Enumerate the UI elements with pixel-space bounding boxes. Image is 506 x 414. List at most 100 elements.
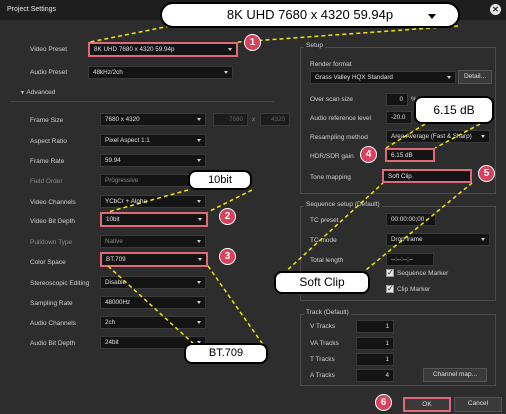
callout-tone: Soft Clip [274, 271, 370, 294]
resampling-dropdown[interactable]: Area Average (Fast & Sharp) [386, 130, 490, 143]
clip-marker-checkbox[interactable] [386, 284, 394, 293]
chevron-down-icon [481, 135, 485, 138]
sampling-dropdown[interactable]: 48000Hz [100, 296, 206, 309]
va-tracks-field[interactable]: 1 [356, 337, 394, 350]
audio-preset-dropdown[interactable]: 48kHz/2ch [88, 66, 233, 79]
badge-2: 2 [219, 208, 236, 225]
v-tracks-field[interactable]: 1 [356, 320, 394, 333]
tone-mapping-value: Soft Clip [388, 173, 412, 180]
a-tracks-label: A Tracks [310, 372, 335, 379]
aspect-ratio-dropdown[interactable]: Pixel Aspect 1:1 [100, 134, 206, 147]
tc-preset-label: TC preset [310, 217, 339, 224]
ok-button[interactable]: OK [403, 397, 451, 412]
callout-hdr-gain: 6.15 dB [414, 96, 494, 124]
a-tracks-field[interactable]: 4 [356, 369, 394, 382]
overscan-label: Over scan size [310, 96, 353, 103]
v-tracks-label: V Tracks [310, 323, 336, 330]
chevron-down-icon [197, 159, 201, 162]
tone-mapping-label: Tone mapping [310, 174, 351, 181]
sequence-marker-label: Sequence Marker [397, 270, 449, 277]
chevron-down-icon [197, 118, 201, 121]
render-format-dropdown[interactable]: Grass Valley HQX Standard [310, 71, 456, 84]
callout-preset: 8K UHD 7680 x 4320 59.94p [160, 2, 460, 28]
frame-size-label: Frame Size [30, 117, 64, 124]
t-tracks-field[interactable]: 1 [356, 353, 394, 366]
color-space-label: Color Space [30, 259, 66, 266]
callout-colorspace: BT.709 [184, 343, 268, 364]
tone-mapping-dropdown[interactable]: Soft Clip [382, 169, 472, 183]
aspect-ratio-label: Aspect Ratio [30, 138, 67, 145]
chevron-down-icon [481, 238, 485, 241]
badge-1: 1 [244, 34, 261, 51]
chevron-down-icon [197, 281, 201, 284]
chevron-down-icon [428, 14, 436, 19]
stereo-dropdown[interactable]: Disable [100, 276, 206, 289]
bit-depth-label: Video Bit Depth [30, 218, 76, 225]
hdr-gain-label: HDR/SDR gain [310, 153, 354, 160]
bit-depth-value: 10bit [106, 216, 120, 223]
stereo-value: Disable [105, 279, 126, 286]
chevron-down-icon [197, 301, 201, 304]
frame-rate-label: Frame Rate [30, 158, 65, 165]
video-channels-value: YCbCr + Alpha [105, 198, 147, 205]
audio-bit-label: Audio Bit Depth [30, 340, 76, 347]
advanced-label: Advanced [26, 89, 56, 96]
audio-channels-label: Audio Channels [30, 320, 76, 327]
chevron-down-icon [198, 218, 202, 221]
field-order-label: Field Order [30, 178, 63, 185]
callout-bitdepth: 10bit [188, 170, 252, 190]
window-title: Project Settings [7, 6, 57, 13]
pulldown-dropdown: Native [100, 235, 206, 248]
sequence-group-title: Sequence setup (Default) [304, 201, 382, 208]
audio-ref-label: Audio reference level [310, 115, 372, 122]
resampling-label: Resampling method [310, 134, 368, 141]
advanced-toggle[interactable]: ▼ Advanced [20, 89, 55, 96]
callout-preset-text: 8K UHD 7680 x 4320 59.94p [226, 7, 394, 22]
audio-channels-dropdown[interactable]: 2ch [100, 316, 206, 329]
clip-marker-label: Clip Marker [397, 286, 431, 293]
hdr-gain-field[interactable]: 6.15 dB [385, 148, 435, 162]
frame-size-dropdown[interactable]: 7680 x 4320 [100, 113, 206, 126]
channel-map-button[interactable]: Channel map... [423, 368, 487, 382]
sampling-label: Sampling Rate [30, 300, 73, 307]
frame-x-label: x [252, 116, 256, 123]
cancel-button[interactable]: Cancel [454, 397, 502, 412]
tc-mode-value: Drop frame [391, 236, 423, 243]
tc-mode-dropdown[interactable]: Drop frame [386, 233, 490, 246]
render-format-value: Grass Valley HQX Standard [315, 74, 393, 81]
frame-rate-value: 59.94 [105, 157, 121, 164]
chevron-down-icon: ▼ [20, 90, 25, 96]
video-preset-value: 8K UHD 7680 x 4320 59.94p [94, 46, 175, 53]
frame-rate-dropdown[interactable]: 59.94 [100, 154, 206, 167]
video-channels-dropdown[interactable]: YCbCr + Alpha [100, 195, 206, 208]
sequence-marker-checkbox[interactable] [386, 268, 394, 277]
total-length-field: --:--:--;-- [386, 253, 434, 266]
resampling-value: Area Average (Fast & Sharp) [391, 133, 472, 140]
field-order-value: Progressive [105, 177, 139, 184]
audio-preset-label: Audio Preset [30, 69, 68, 76]
sampling-value: 48000Hz [105, 299, 131, 306]
t-tracks-label: T Tracks [310, 356, 335, 363]
close-icon[interactable]: ✕ [490, 4, 501, 15]
tc-preset-field[interactable]: 00:00:00;00 [386, 213, 436, 226]
frame-height-field: 4320 [260, 113, 290, 126]
chevron-down-icon [198, 258, 202, 261]
overscan-field[interactable]: 0 [386, 93, 408, 106]
pulldown-value: Native [105, 238, 123, 245]
chevron-down-icon [197, 200, 201, 203]
chevron-down-icon [228, 48, 232, 51]
setup-group-title: Setup [304, 42, 325, 49]
audio-ref-field[interactable]: -20.0 [386, 111, 412, 124]
audio-preset-value: 48kHz/2ch [93, 69, 123, 76]
detail-button[interactable]: Detail... [458, 70, 492, 84]
divider [10, 101, 274, 102]
frame-width-field: 7680 [213, 113, 248, 126]
video-preset-dropdown[interactable]: 8K UHD 7680 x 4320 59.94p [88, 42, 238, 57]
frame-size-value: 7680 x 4320 [105, 116, 140, 123]
chevron-down-icon [447, 76, 451, 79]
badge-3: 3 [219, 248, 236, 265]
chevron-down-icon [197, 240, 201, 243]
audio-channels-value: 2ch [105, 319, 116, 326]
color-space-dropdown[interactable]: BT.709 [100, 252, 208, 267]
bit-depth-dropdown[interactable]: 10bit [100, 212, 208, 227]
